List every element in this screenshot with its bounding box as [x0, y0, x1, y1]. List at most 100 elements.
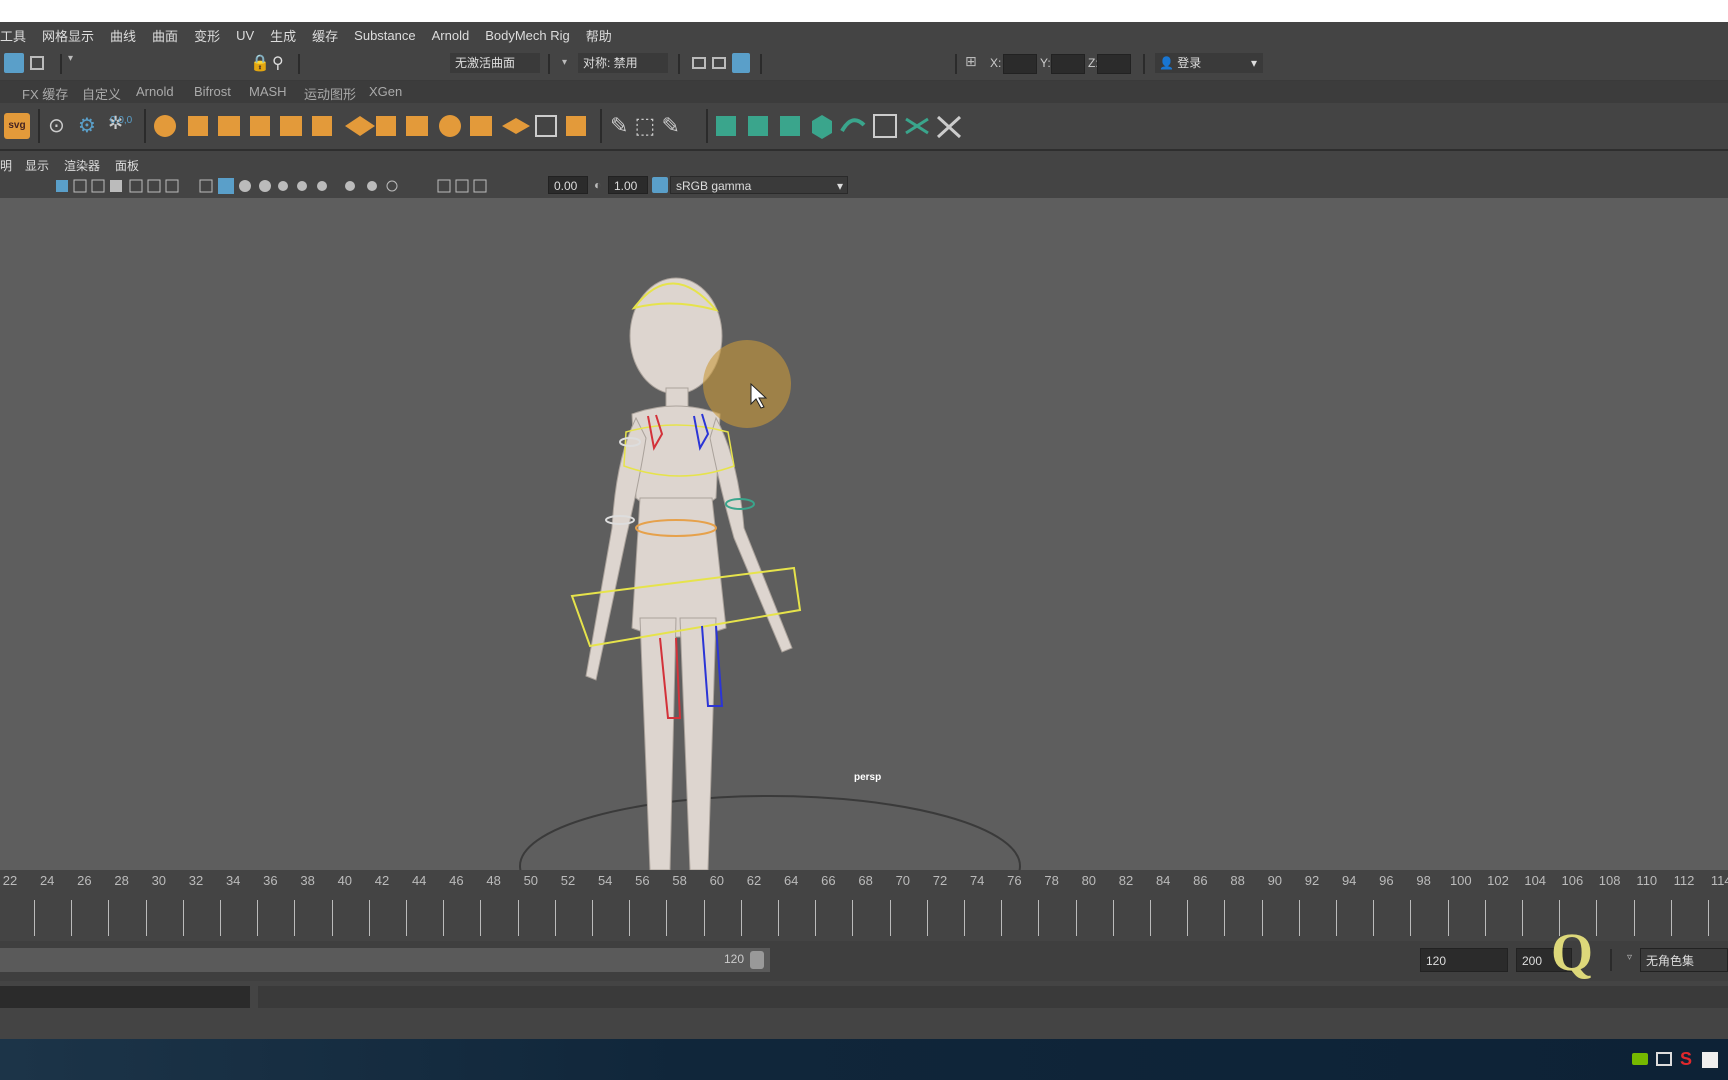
menu-deform[interactable]: 变形 [186, 26, 228, 45]
timeline-tick-label: 76 [1007, 873, 1022, 888]
delete-history-icon[interactable]: ⚙ [78, 113, 104, 139]
timeline-tick-label: 112 [1673, 873, 1695, 888]
y-input[interactable] [1051, 54, 1085, 74]
x-input[interactable] [1003, 54, 1037, 74]
panel-menu-lighting[interactable]: 明 [0, 157, 12, 174]
chevron-down-icon: ▾ [836, 179, 843, 193]
camera-label: persp [854, 772, 882, 783]
timeline-tick [108, 900, 110, 936]
timeline-tick-label: 50 [523, 873, 539, 888]
dropdown-icon[interactable]: ▾ [68, 53, 88, 73]
drawing-tools[interactable]: ✎ ⬚ ✎ [610, 111, 700, 141]
menu-tools[interactable]: 工具 [0, 26, 34, 45]
menu-uv[interactable]: UV [228, 28, 262, 43]
tab-xgen[interactable]: XGen [369, 84, 402, 99]
panel-menu-panels[interactable]: 面板 [115, 157, 139, 174]
color-space-dropdown[interactable]: sRGB gamma ▾ [670, 176, 848, 194]
chat-tray-icon[interactable] [1656, 1052, 1672, 1066]
y-label: Y: [1040, 56, 1051, 70]
svg-icon[interactable]: svg [4, 113, 30, 139]
timeline-tick-label: 90 [1267, 873, 1283, 888]
render-view-icon[interactable] [692, 57, 706, 69]
timeline-tick-label: 30 [151, 873, 167, 888]
magnet-icon[interactable]: ⚲ [272, 53, 292, 73]
timeline-tick [1112, 900, 1114, 936]
timeline-tick-label: 96 [1379, 873, 1394, 888]
timeline-tick [852, 900, 854, 936]
time-slider[interactable]: 22 24 26 28 30 32 34 36 38 40 42 44 46 48 50 52 54 56 58 60… [0, 870, 1728, 940]
live-surface-field[interactable]: 无激活曲面 [450, 53, 540, 73]
shelf: svg ⊙ ⚙ ✲ 0,0,0 ✎ ⬚ ✎ [0, 103, 1728, 151]
transform-icon[interactable]: ⊞ [965, 53, 985, 73]
windows-taskbar: S [0, 1039, 1728, 1080]
timeline-tick-label: 26 [77, 873, 92, 888]
timeline-tick-label: 46 [449, 873, 464, 888]
lock-icon[interactable]: 🔒 [250, 53, 270, 73]
timeline-tick [1633, 900, 1635, 936]
cursor-highlight [703, 340, 791, 428]
symmetry-field[interactable]: 对称: 禁用 [578, 53, 668, 73]
tab-bifrost[interactable]: Bifrost [194, 84, 231, 99]
mel-input[interactable] [0, 986, 250, 1008]
key-overlay-q: Q [1551, 922, 1594, 982]
user-icon: 👤 [1159, 56, 1174, 70]
panel-toolbar-icons[interactable] [0, 178, 530, 194]
timeline-tick [889, 900, 891, 936]
range-slider-bar: 120 120 200 Q ▿ 无角色集 [0, 922, 1728, 982]
tab-custom[interactable]: 自定义 [82, 84, 121, 103]
timeline-tick [778, 900, 779, 936]
select-tool-icon[interactable] [4, 53, 24, 73]
timeline-tick-label: 48 [486, 873, 501, 888]
timeline-tick-label: 40 [337, 873, 353, 888]
timeline-tick-label: 32 [188, 873, 204, 888]
timeline-tick-label: 114 [1710, 873, 1728, 888]
timeline-tick-label: 108 [1598, 873, 1621, 888]
keyboard-tray-icon[interactable] [1702, 1052, 1718, 1068]
menu-substance[interactable]: Substance [346, 28, 423, 43]
menu-surfaces[interactable]: 曲面 [144, 26, 186, 45]
tab-mash[interactable]: MASH [249, 84, 287, 99]
menu-mesh-display[interactable]: 网格显示 [34, 26, 102, 45]
render-frame-icon[interactable] [712, 57, 726, 69]
range-slider-handle[interactable] [750, 951, 764, 969]
menu-cache[interactable]: 缓存 [304, 26, 346, 45]
menu-generate[interactable]: 生成 [262, 26, 304, 45]
range-slider-end-label: 120 [724, 952, 745, 966]
timeline-tick-label: 80 [1081, 873, 1097, 888]
viewport-toggle-icons [56, 178, 487, 194]
exposure-input[interactable]: 0.00 [548, 176, 588, 194]
poly-tools-icons [154, 115, 586, 137]
tab-arnold[interactable]: Arnold [136, 84, 174, 99]
lasso-icon[interactable] [30, 56, 44, 70]
locator-icon[interactable]: ⊙ [48, 113, 74, 139]
timeline-tick [294, 900, 296, 936]
character-set-field[interactable]: 无角色集 [1640, 948, 1728, 972]
menu-help[interactable]: 帮助 [578, 26, 620, 45]
color-space-label: sRGB gamma [676, 179, 752, 193]
tab-motion-graphics[interactable]: 运动图形 [304, 84, 356, 103]
persp-viewport[interactable]: persp [0, 198, 1728, 870]
gamma-input[interactable]: 1.00 [608, 176, 648, 194]
s-app-tray-icon[interactable]: S [1680, 1049, 1692, 1070]
timeline-tick [1447, 900, 1449, 936]
range-end-input[interactable]: 120 [1420, 948, 1508, 972]
panel-menu-renderer[interactable]: 渲染器 [64, 157, 100, 174]
login-button[interactable]: 👤 登录 ▾ [1155, 53, 1263, 73]
panel-toolbar: 0.00 ◐ 1.00 sRGB gamma ▾ [0, 174, 1728, 198]
z-input[interactable] [1097, 54, 1131, 74]
range-slider[interactable] [0, 948, 770, 972]
nvidia-tray-icon[interactable] [1632, 1053, 1648, 1065]
timeline-tick [1187, 900, 1189, 936]
menu-arnold[interactable]: Arnold [424, 28, 478, 43]
teal-shelf-icons[interactable] [714, 111, 974, 141]
timeline-tick [1038, 900, 1040, 936]
orange-shelf-icons[interactable] [150, 111, 600, 141]
char-set-dropdown-icon[interactable]: ▿ [1627, 952, 1632, 963]
timeline-tick [592, 900, 593, 936]
menu-bodymech-rig[interactable]: BodyMech Rig [477, 28, 578, 43]
tab-fx-cache[interactable]: FX 缓存 [22, 84, 68, 103]
menu-curves[interactable]: 曲线 [102, 26, 144, 45]
color-management-icon[interactable] [652, 177, 668, 193]
ipr-icon[interactable] [732, 53, 750, 73]
panel-menu-show[interactable]: 显示 [25, 157, 49, 174]
